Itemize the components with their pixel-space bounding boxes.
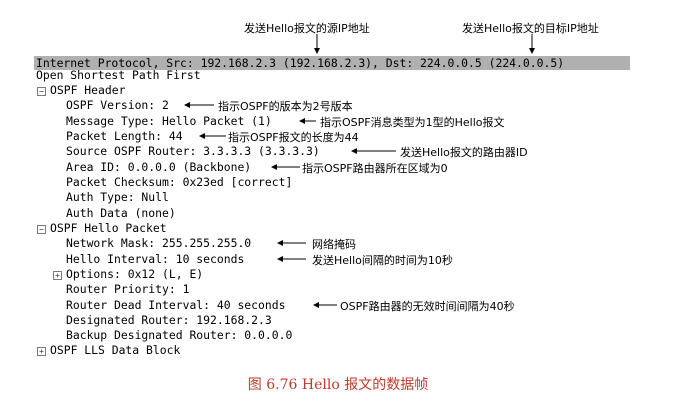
figure-caption: 图 6.76 Hello 报文的数据帧 xyxy=(247,377,429,393)
annotation-arrows xyxy=(184,34,535,308)
